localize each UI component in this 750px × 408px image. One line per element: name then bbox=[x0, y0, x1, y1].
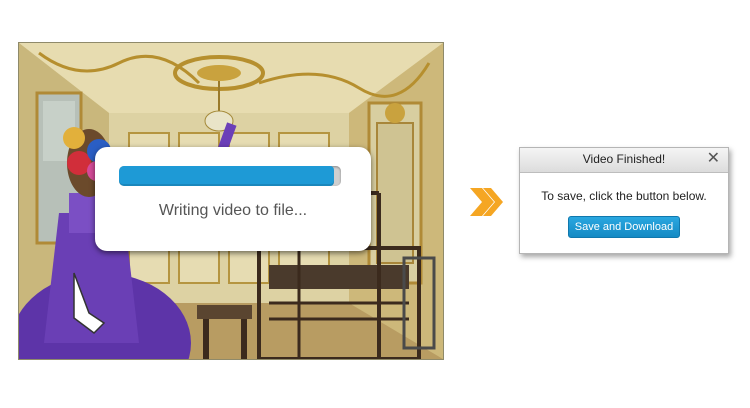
close-icon[interactable]: ✕ bbox=[707, 150, 720, 168]
progress-bar bbox=[119, 166, 341, 186]
video-finished-dialog: Video Finished! ✕ To save, click the but… bbox=[519, 147, 729, 254]
dialog-message: To save, click the button below. bbox=[541, 189, 707, 203]
save-and-download-button[interactable]: Save and Download bbox=[568, 216, 680, 238]
progress-dialog: Writing video to file... bbox=[95, 147, 371, 251]
double-chevron-right-icon bbox=[466, 185, 506, 219]
dialog-titlebar: Video Finished! ✕ bbox=[520, 148, 728, 173]
page: Writing video to file... Video Finished!… bbox=[0, 0, 750, 408]
progress-status-text: Writing video to file... bbox=[158, 202, 308, 219]
dialog-title: Video Finished! bbox=[582, 152, 666, 166]
progress-bar-fill bbox=[119, 166, 335, 186]
